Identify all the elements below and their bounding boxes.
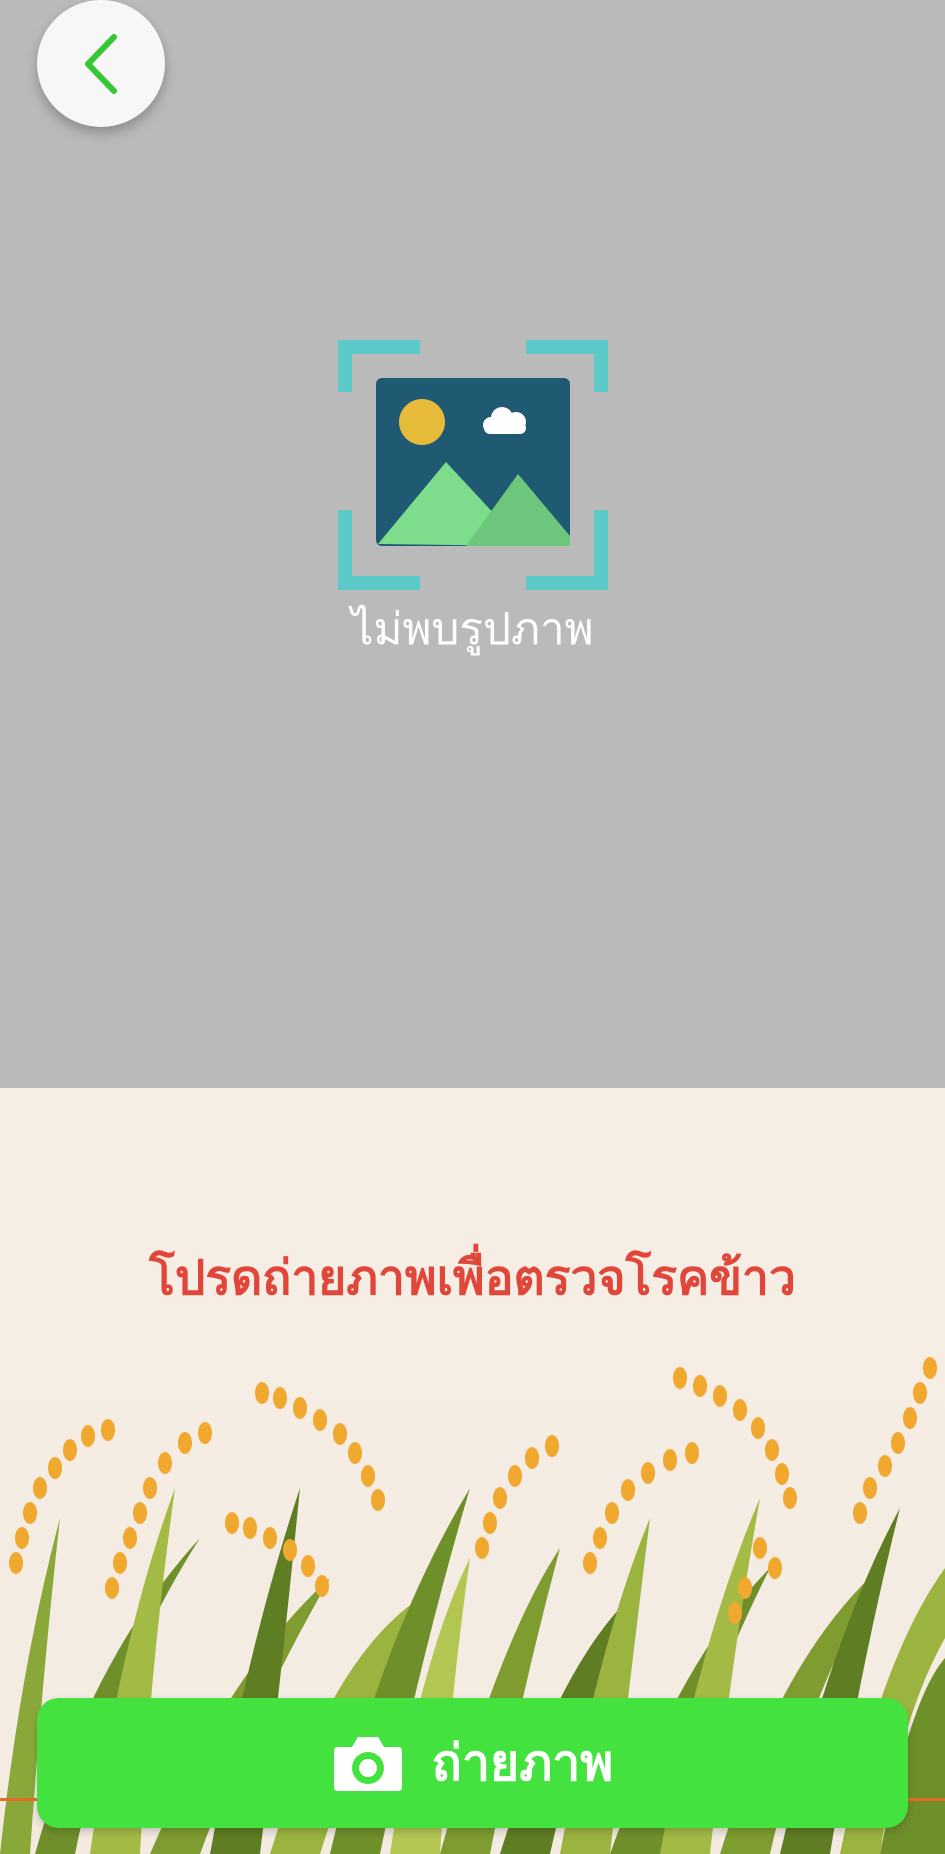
empty-state: ไม่พบรูปภาพ [0,340,945,662]
prompt-message: โปรดถ่ายภาพเพื่อตรวจโรคข้าว [149,1250,796,1306]
empty-message: ไม่พบรูปภาพ [351,604,594,655]
chevron-left-icon [85,33,117,94]
image-preview-area: ไม่พบรูปภาพ [0,0,945,1088]
take-photo-button[interactable]: ถ่ายภาพ [37,1698,908,1828]
back-button[interactable] [37,0,165,127]
take-photo-label: ถ่ายภาพ [431,1733,614,1792]
image-placeholder-icon [337,340,608,590]
camera-icon [333,1737,402,1791]
